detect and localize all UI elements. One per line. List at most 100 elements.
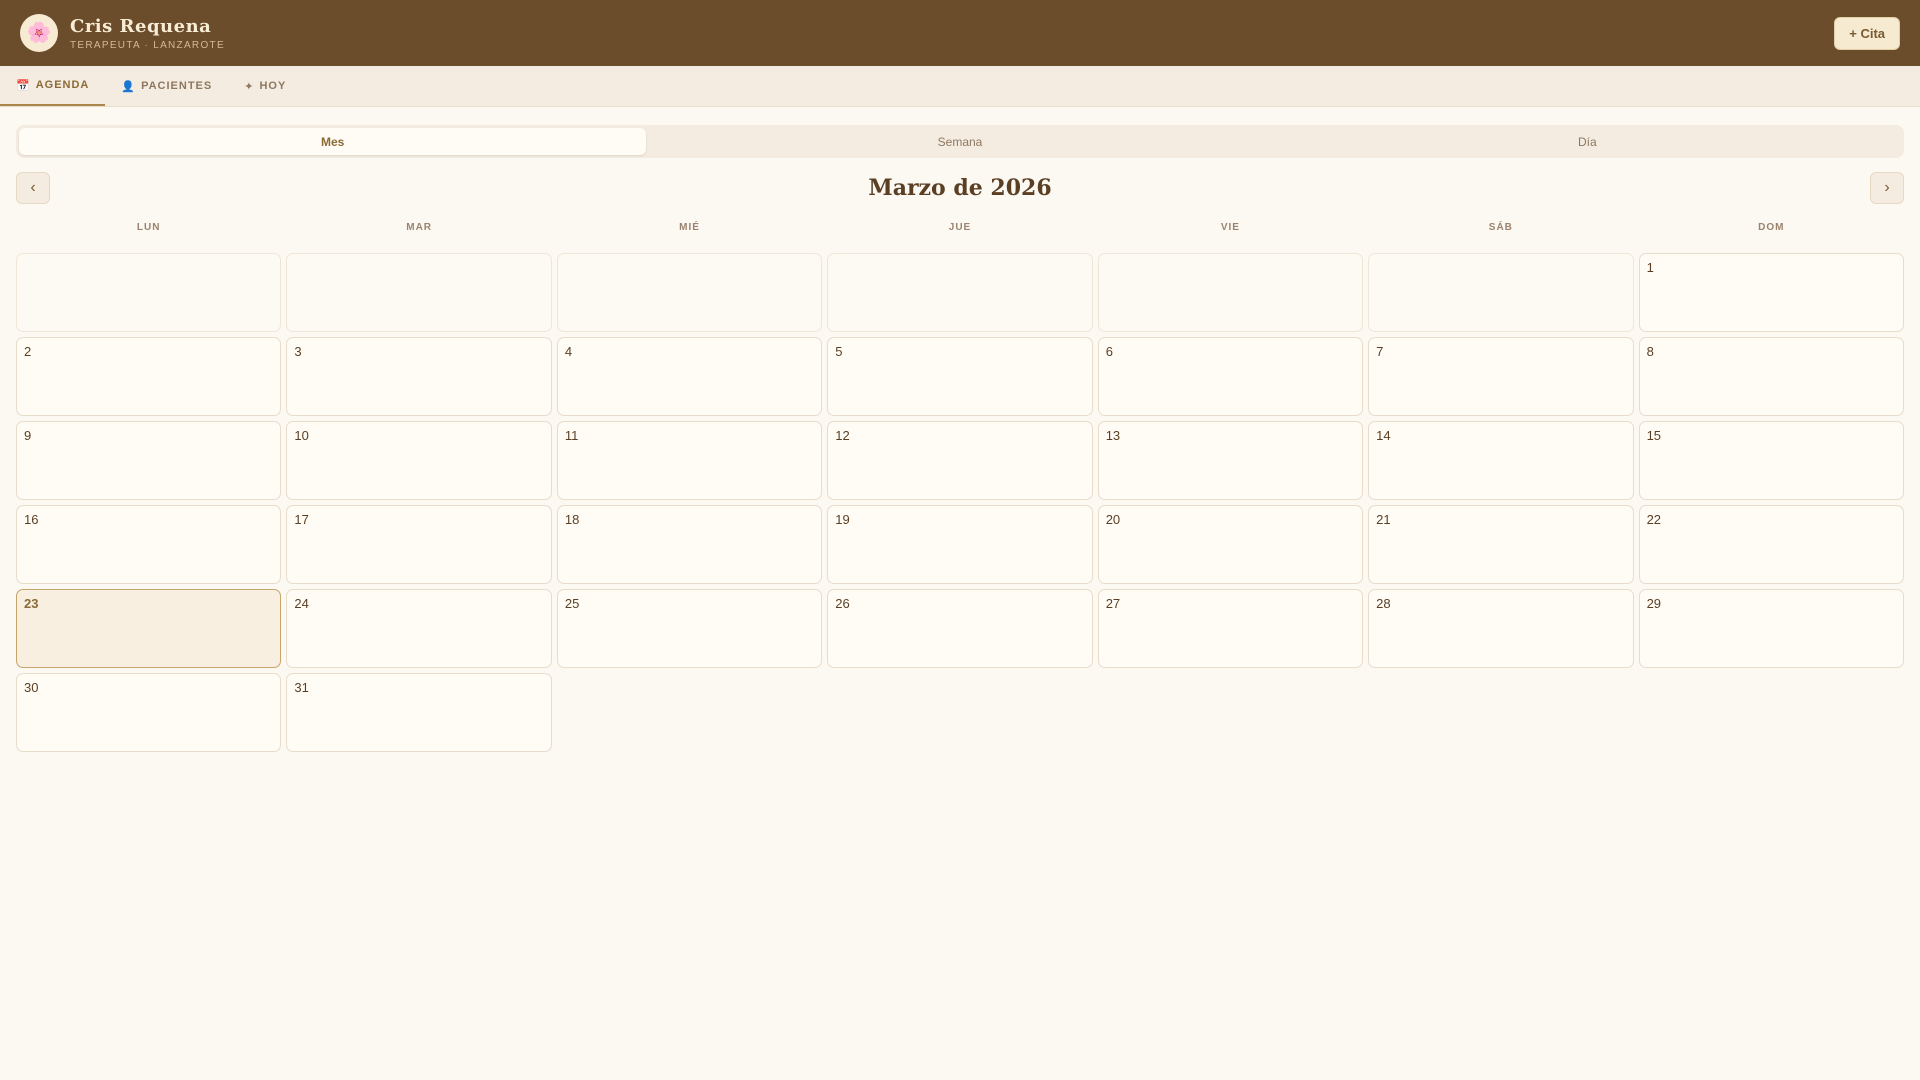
day-number: 29 — [1646, 596, 1662, 611]
day-cell[interactable]: 11 — [556, 421, 823, 500]
empty-day-cell — [286, 253, 552, 332]
flower-icon: 🌸 — [20, 14, 58, 52]
day-number: 5 — [835, 344, 843, 359]
day-cell[interactable]: 15 — [1638, 421, 1904, 500]
main-nav: 📅 AGENDA 👤 PACIENTES ✦ HOY — [0, 66, 1920, 107]
weekday-label: MIÉ — [679, 222, 700, 233]
day-number: 15 — [1646, 428, 1662, 443]
person-icon: 👤 — [121, 80, 137, 93]
day-number: 7 — [1376, 344, 1384, 359]
day-number: 19 — [835, 512, 850, 527]
day-cell[interactable]: 14 — [1368, 421, 1634, 500]
tab-hoy-label: HOY — [259, 80, 287, 92]
therapist-name: Cris Requena — [70, 15, 212, 37]
tab-agenda-label: AGENDA — [35, 79, 90, 91]
day-number: 4 — [564, 344, 573, 359]
month-title: Marzo de 2026 — [868, 175, 1052, 201]
app-header: 🌸 Cris Requena TERAPEUTA · LANZAROTE + C… — [0, 0, 1920, 66]
day-cell[interactable]: 24 — [286, 589, 552, 668]
day-number: 8 — [1646, 344, 1654, 359]
day-number: 11 — [564, 428, 579, 443]
day-number: 28 — [1376, 596, 1391, 611]
day-number: 31 — [294, 680, 309, 695]
day-cell[interactable]: 17 — [286, 505, 552, 584]
day-cell[interactable]: 16 — [16, 505, 282, 584]
day-number: 20 — [1105, 512, 1121, 527]
day-cell[interactable]: 9 — [16, 421, 282, 500]
day-number: 18 — [564, 512, 580, 527]
weekday-label: JUE — [948, 222, 972, 233]
day-cell[interactable]: 31 — [286, 673, 552, 752]
day-cell[interactable]: 2 — [16, 337, 282, 416]
therapist-subtitle: TERAPEUTA · LANZAROTE — [70, 39, 225, 51]
weekday-label: MAR — [406, 222, 433, 233]
day-cell[interactable]: 18 — [556, 505, 823, 584]
day-cell[interactable]: 26 — [827, 589, 1093, 668]
month-navigation: ‹ Marzo de 2026 › — [16, 172, 1904, 204]
day-number: 16 — [24, 512, 39, 527]
day-number: 14 — [1376, 428, 1391, 443]
day-number: 6 — [1105, 344, 1113, 359]
empty-day-cell — [1368, 253, 1634, 332]
calendar-icon: 📅 — [16, 79, 31, 92]
day-number: 13 — [1105, 428, 1121, 443]
day-number: 30 — [24, 680, 39, 695]
day-number: 24 — [294, 596, 309, 611]
day-cell[interactable]: 1 — [1638, 253, 1904, 332]
day-cell[interactable]: 30 — [16, 673, 282, 752]
day-number: 21 — [1376, 512, 1391, 527]
tab-hoy[interactable]: ✦ HOY — [228, 66, 302, 106]
main-content: Mes Semana Día ‹ Marzo de 2026 › LUN MAR… — [0, 125, 1920, 752]
add-appointment-button[interactable]: + Cita — [1834, 16, 1900, 50]
day-number: 12 — [835, 428, 850, 443]
view-switcher: Mes Semana Día — [16, 125, 1904, 158]
day-cell[interactable]: 21 — [1368, 505, 1634, 584]
day-cell[interactable]: 4 — [556, 337, 823, 416]
day-cell[interactable]: 20 — [1097, 505, 1364, 584]
tab-pacientes[interactable]: 👤 PACIENTES — [105, 66, 228, 106]
tab-agenda[interactable]: 📅 AGENDA — [0, 66, 106, 106]
tab-pacientes-label: PACIENTES — [141, 80, 213, 92]
empty-day-cell — [1097, 253, 1364, 332]
day-number: 26 — [835, 596, 850, 611]
day-cell[interactable]: 25 — [556, 589, 823, 668]
day-cell[interactable]: 12 — [827, 421, 1093, 500]
empty-day-cell — [16, 253, 282, 332]
day-cell[interactable]: 7 — [1368, 337, 1634, 416]
next-month-button[interactable]: › — [1869, 172, 1904, 204]
day-cell[interactable]: 6 — [1097, 337, 1364, 416]
day-cell[interactable]: 27 — [1097, 589, 1364, 668]
day-cell[interactable]: 22 — [1638, 505, 1904, 584]
day-cell[interactable]: 3 — [286, 337, 552, 416]
day-number: 25 — [564, 596, 580, 611]
day-number: 9 — [24, 428, 32, 443]
day-number: 2 — [24, 344, 32, 359]
day-cell[interactable]: 28 — [1368, 589, 1634, 668]
weekday-label: VIE — [1220, 222, 1240, 233]
brand: 🌸 Cris Requena TERAPEUTA · LANZAROTE — [20, 14, 225, 52]
day-cell[interactable]: 19 — [827, 505, 1093, 584]
day-number: 22 — [1646, 512, 1662, 527]
brand-text: Cris Requena TERAPEUTA · LANZAROTE — [70, 16, 225, 51]
month-grid: 1 2 3 4 5 6 7 8 9 10 11 12 13 14 15 16 17 18 19 20 21 22 23 24 2… — [16, 253, 1904, 752]
weekday-label: SÁB — [1488, 222, 1513, 233]
day-number: 3 — [294, 344, 302, 359]
day-number: 1 — [1646, 260, 1654, 275]
day-number: 27 — [1105, 596, 1121, 611]
weekday-header: LUN MAR MIÉ JUE VIE SÁB DOM — [16, 217, 1904, 239]
weekday-label: LUN — [136, 222, 161, 233]
day-cell[interactable]: 8 — [1638, 337, 1904, 416]
sparkle-icon: ✦ — [244, 80, 255, 93]
empty-day-cell — [556, 253, 823, 332]
day-cell[interactable]: 29 — [1638, 589, 1904, 668]
empty-day-cell — [827, 253, 1093, 332]
day-cell[interactable]: 5 — [827, 337, 1093, 416]
day-cell[interactable]: 10 — [286, 421, 552, 500]
view-day-button[interactable]: Día — [1274, 128, 1901, 155]
view-week-button[interactable]: Semana — [646, 128, 1273, 155]
view-month-button[interactable]: Mes — [19, 128, 647, 155]
day-cell[interactable]: 13 — [1097, 421, 1364, 500]
day-cell-today[interactable]: 23 — [16, 589, 282, 668]
prev-month-button[interactable]: ‹ — [16, 172, 50, 204]
day-number: 10 — [294, 428, 309, 443]
